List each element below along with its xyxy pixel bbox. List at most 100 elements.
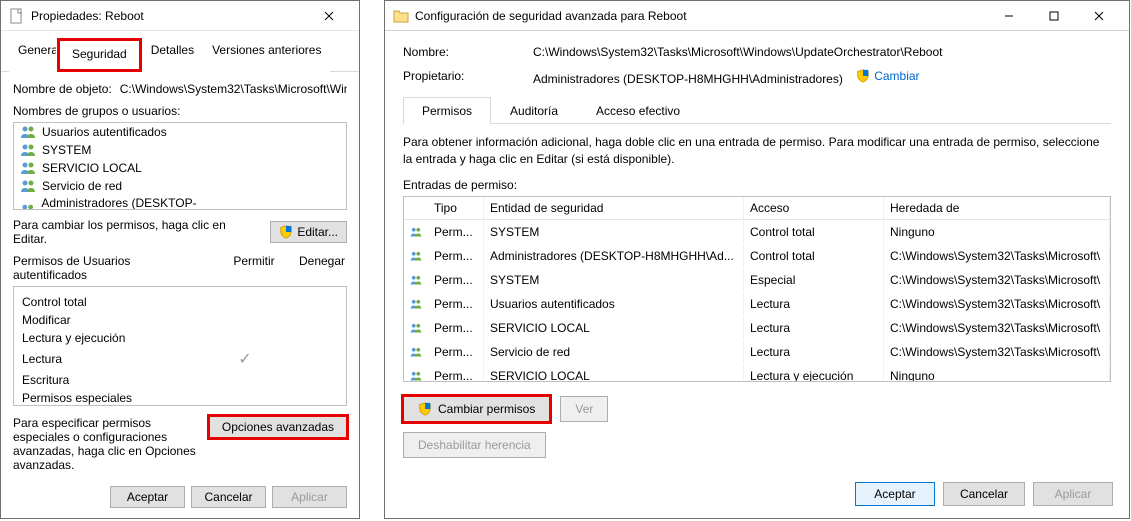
entry-entidad: Servicio de red — [484, 341, 744, 363]
owner-label: Propietario: — [403, 69, 503, 86]
entry-row[interactable]: Perm...Administradores (DESKTOP-H8MHGHH\… — [404, 244, 1110, 268]
entry-entidad: SERVICIO LOCAL — [484, 365, 744, 382]
groups-listbox[interactable]: Usuarios autentificados SYSTEM SERVICIO LO… — [13, 122, 347, 210]
cancel-button[interactable]: Cancelar — [943, 482, 1025, 506]
permission-row: Escritura — [22, 371, 338, 389]
file-icon — [9, 8, 25, 24]
group-item[interactable]: SERVICIO LOCAL — [14, 159, 346, 177]
owner-value: Administradores (DESKTOP-H8MHGHH\Adminis… — [533, 72, 843, 86]
shield-icon — [856, 69, 870, 83]
tabs: Permisos Auditoría Acceso efectivo — [403, 96, 1111, 124]
advanced-button[interactable]: Opciones avanzadas — [209, 416, 347, 438]
ok-button[interactable]: Aceptar — [855, 482, 935, 506]
col-tipo[interactable]: Tipo — [428, 197, 484, 219]
entry-entidad: SERVICIO LOCAL — [484, 317, 744, 339]
entries-table[interactable]: Tipo Entidad de seguridad Acceso Heredad… — [403, 196, 1111, 382]
tab-detalles[interactable]: Detalles — [142, 38, 203, 72]
entry-acceso: Especial — [744, 269, 884, 291]
window-title: Configuración de seguridad avanzada para… — [415, 9, 986, 23]
people-icon — [410, 296, 422, 312]
disable-inheritance-button[interactable]: Deshabilitar herencia — [403, 432, 546, 458]
group-item[interactable]: SYSTEM — [14, 141, 346, 159]
close-button[interactable] — [1076, 1, 1121, 31]
people-icon — [410, 320, 422, 336]
entry-tipo: Perm... — [428, 317, 484, 339]
maximize-button[interactable] — [1031, 1, 1076, 31]
allow-check: ✓ — [220, 349, 270, 369]
entry-heredada: C:\Windows\System32\Tasks\Microsoft\ — [884, 245, 1110, 267]
people-icon — [410, 272, 422, 288]
view-button[interactable]: Ver — [560, 396, 608, 422]
name-label: Nombre: — [403, 45, 503, 59]
object-name-label: Nombre de objeto: — [13, 82, 112, 96]
col-deny: Denegar — [297, 254, 347, 282]
permissions-table: Control totalModificarLectura y ejecució… — [13, 286, 347, 406]
titlebar[interactable]: Propiedades: Reboot — [1, 1, 359, 31]
info-text: Para obtener información adicional, haga… — [403, 134, 1111, 168]
perm-for-label-1: Permisos de Usuarios — [13, 254, 130, 268]
permission-row: Lectura✓ — [22, 347, 338, 371]
group-label: Usuarios autentificados — [42, 125, 167, 139]
tabs: General Seguridad Detalles Versiones ant… — [1, 31, 359, 72]
change-owner-link[interactable]: Cambiar — [856, 69, 919, 83]
col-entidad[interactable]: Entidad de seguridad — [484, 197, 744, 219]
entry-row[interactable]: Perm...SYSTEMControl totalNinguno — [404, 220, 1110, 244]
entry-tipo: Perm... — [428, 341, 484, 363]
entry-acceso: Control total — [744, 245, 884, 267]
group-item[interactable]: Usuarios autentificados — [14, 123, 346, 141]
titlebar[interactable]: Configuración de seguridad avanzada para… — [385, 1, 1129, 31]
tab-versiones[interactable]: Versiones anteriores — [203, 38, 330, 72]
group-label: Servicio de red — [42, 179, 122, 193]
entry-heredada: C:\Windows\System32\Tasks\Microsoft\ — [884, 317, 1110, 339]
shield-icon — [279, 225, 293, 239]
entry-heredada: C:\Windows\System32\Tasks\Microsoft\ — [884, 293, 1110, 315]
entry-row[interactable]: Perm...SERVICIO LOCALLectura y ejecución… — [404, 364, 1110, 382]
minimize-button[interactable] — [986, 1, 1031, 31]
entry-tipo: Perm... — [428, 365, 484, 382]
entry-row[interactable]: Perm...Servicio de redLecturaC:\Windows\… — [404, 340, 1110, 364]
entry-acceso: Lectura y ejecución — [744, 365, 884, 382]
entries-label: Entradas de permiso: — [403, 178, 1111, 192]
apply-button[interactable]: Aplicar — [1033, 482, 1113, 506]
cancel-button[interactable]: Cancelar — [191, 486, 266, 508]
change-permissions-button[interactable]: Cambiar permisos — [403, 396, 550, 422]
col-heredada[interactable]: Heredada de — [884, 197, 1110, 219]
people-icon — [410, 344, 422, 360]
tab-general[interactable]: General — [9, 38, 57, 72]
ok-button[interactable]: Aceptar — [110, 486, 185, 508]
name-value: C:\Windows\System32\Tasks\Microsoft\Wind… — [533, 45, 942, 59]
change-link-label: Cambiar — [874, 69, 919, 83]
entry-row[interactable]: Perm...SYSTEMEspecialC:\Windows\System32… — [404, 268, 1110, 292]
change-permissions-label: Cambiar permisos — [438, 402, 535, 416]
entry-row[interactable]: Perm...SERVICIO LOCALLecturaC:\Windows\S… — [404, 316, 1110, 340]
edit-button-label: Editar... — [297, 225, 338, 239]
col-acceso[interactable]: Acceso — [744, 197, 884, 219]
group-item[interactable]: Administradores (DESKTOP-H8MHGHH\Adminis… — [14, 195, 346, 210]
properties-window: Propiedades: Reboot General Seguridad De… — [0, 0, 360, 519]
apply-button[interactable]: Aplicar — [272, 486, 347, 508]
permission-row: Permisos especiales — [22, 389, 338, 407]
perm-for-label-2: autentificados — [13, 268, 130, 282]
entry-entidad: Administradores (DESKTOP-H8MHGHH\Ad... — [484, 245, 744, 267]
tab-auditoria[interactable]: Auditoría — [491, 97, 577, 124]
permission-name: Permisos especiales — [22, 391, 132, 405]
edit-button[interactable]: Editar... — [270, 221, 347, 243]
people-icon — [20, 178, 36, 194]
group-label: SYSTEM — [42, 143, 91, 157]
group-label: SERVICIO LOCAL — [42, 161, 142, 175]
tab-seguridad[interactable]: Seguridad — [57, 38, 142, 72]
people-icon — [20, 160, 36, 176]
folder-icon — [393, 8, 409, 24]
tab-acceso-efectivo[interactable]: Acceso efectivo — [577, 97, 699, 124]
entry-row[interactable]: Perm...Usuarios autentificadosLecturaC:\… — [404, 292, 1110, 316]
people-icon — [410, 368, 422, 382]
entry-heredada: C:\Windows\System32\Tasks\Microsoft\ — [884, 341, 1110, 363]
entry-heredada: C:\Windows\System32\Tasks\Microsoft\ — [884, 269, 1110, 291]
permission-name: Escritura — [22, 373, 69, 387]
group-item[interactable]: Servicio de red — [14, 177, 346, 195]
entry-acceso: Lectura — [744, 317, 884, 339]
advanced-hint: Para especificar permisos especiales o c… — [13, 416, 201, 472]
tab-permisos[interactable]: Permisos — [403, 97, 491, 124]
close-button[interactable] — [306, 1, 351, 31]
entry-tipo: Perm... — [428, 245, 484, 267]
